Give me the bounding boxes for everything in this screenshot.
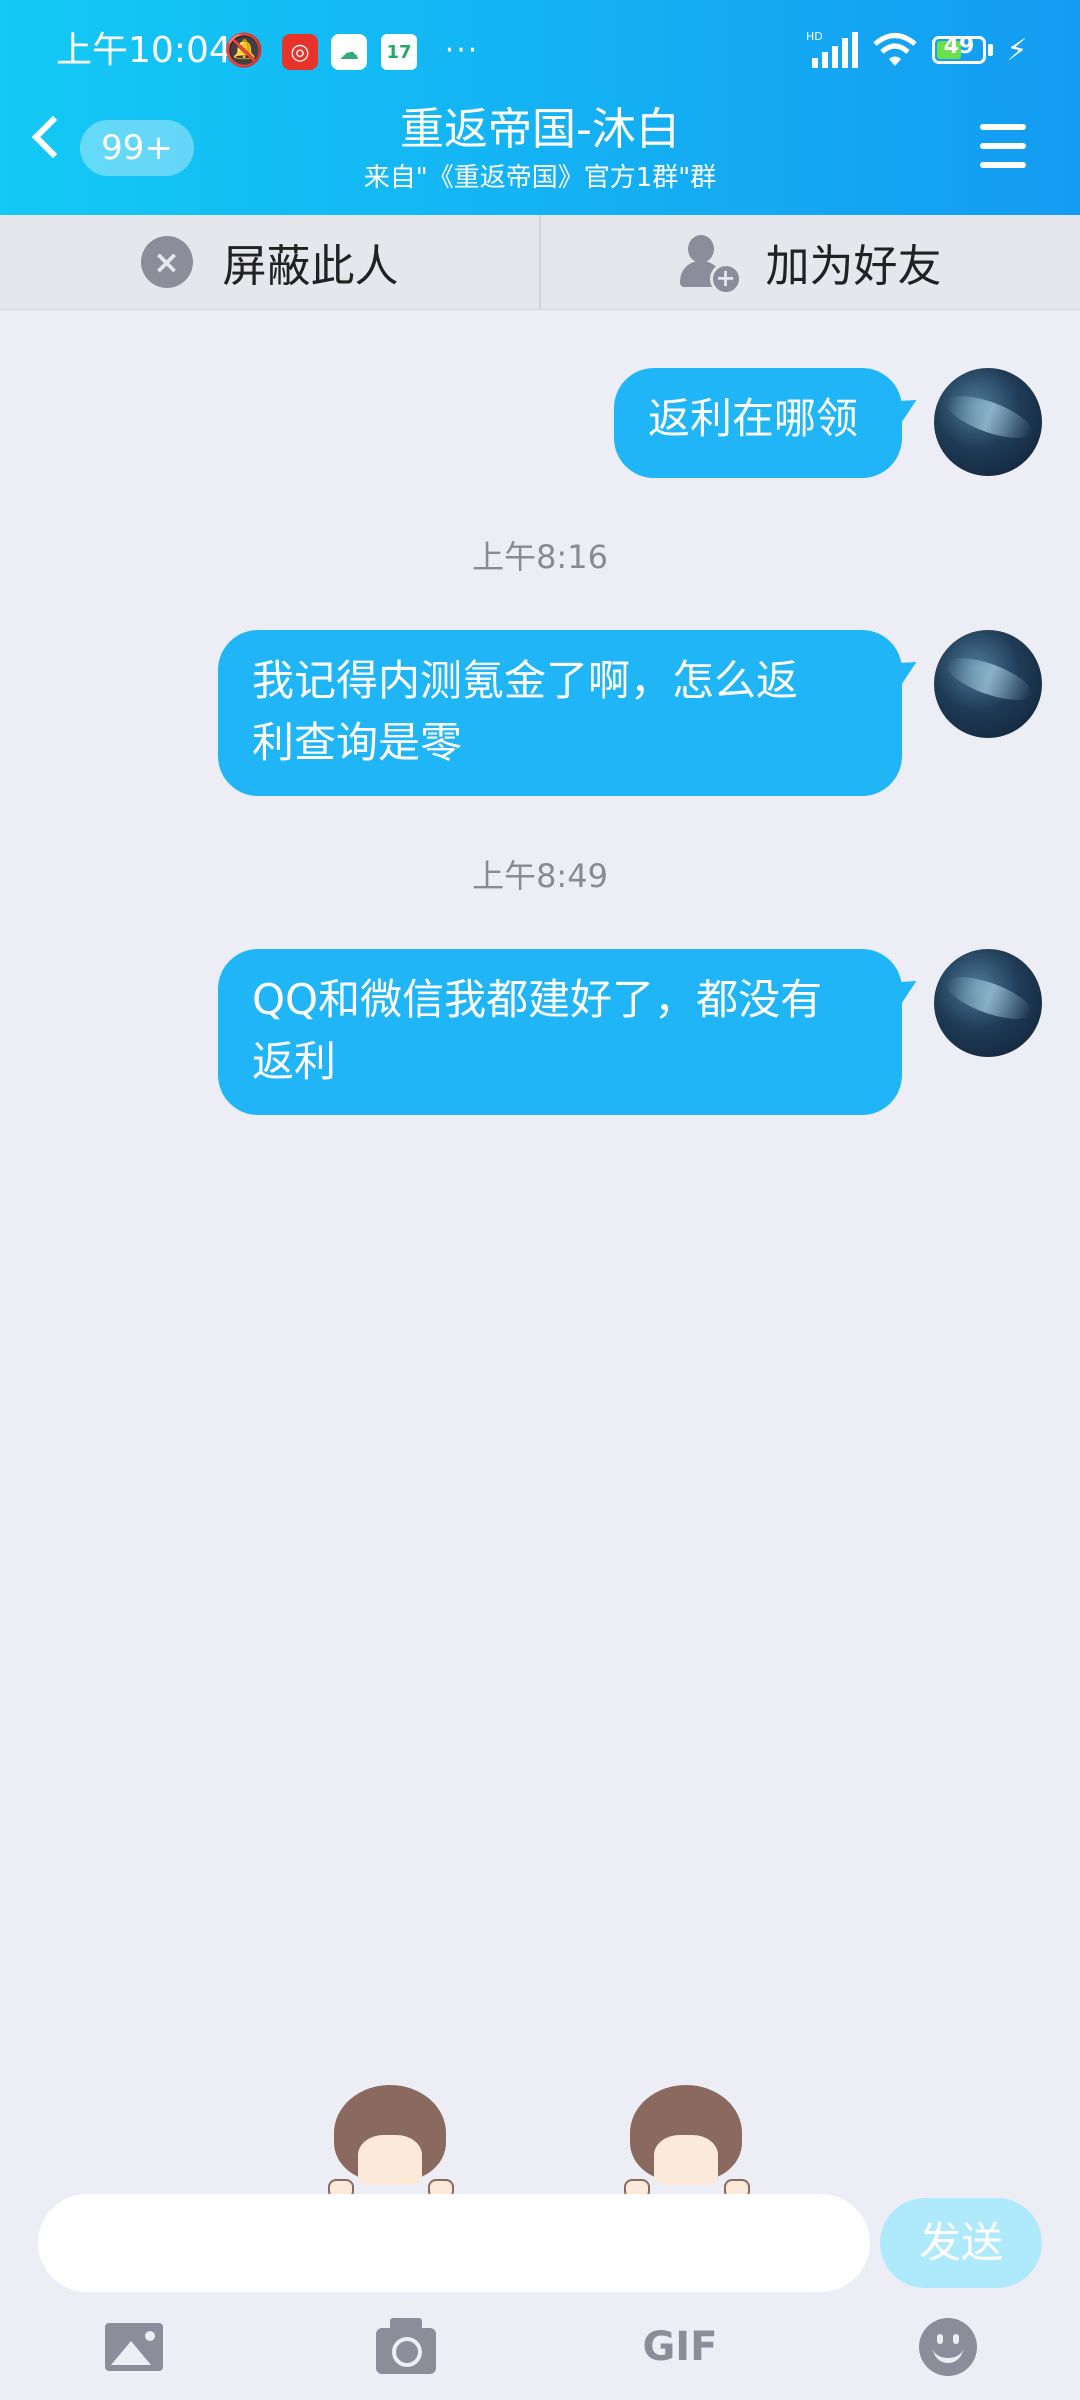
netease-music-icon: ◎	[282, 34, 318, 70]
charging-icon: ⚡	[1006, 32, 1028, 68]
block-user-button[interactable]: × 屏蔽此人	[0, 215, 541, 309]
calendar-icon: 17	[381, 34, 417, 70]
block-face-icon: ×	[140, 236, 193, 288]
mute-bell-icon: 🔕	[224, 31, 264, 69]
wifi-icon	[870, 30, 920, 70]
message-timestamp: 上午8:49	[472, 857, 608, 895]
send-button[interactable]: 发送	[880, 2198, 1042, 2288]
gif-button[interactable]: GIF	[640, 2315, 720, 2379]
add-person-icon: +	[679, 235, 742, 295]
menu-icon[interactable]	[980, 124, 1026, 170]
cloud-app-icon: ☁	[331, 34, 367, 70]
signal-icon: HD	[806, 30, 858, 70]
image-icon[interactable]	[102, 2315, 166, 2379]
battery-icon: 49	[932, 34, 986, 64]
status-time: 上午10:04	[56, 30, 232, 71]
message-bubble[interactable]: 我记得内测氪金了啊，怎么返 利查询是零	[218, 630, 902, 796]
chat-header: 上午10:04 🔕 ◎ ☁ 17 ··· HD 49 ⚡ 99+ 重返帝国-沐白…	[0, 0, 1080, 215]
avatar[interactable]	[934, 949, 1042, 1057]
status-bar: 上午10:04 🔕 ◎ ☁ 17 ··· HD 49 ⚡	[0, 0, 1080, 100]
message-timestamp: 上午8:16	[472, 538, 608, 576]
emoji-icon[interactable]	[916, 2315, 980, 2379]
mascot-decoration	[328, 2085, 454, 2199]
avatar[interactable]	[934, 368, 1042, 476]
message-bubble[interactable]: 返利在哪领	[614, 368, 902, 478]
battery-percent: 49	[943, 34, 975, 59]
mascot-decoration	[624, 2085, 750, 2199]
avatar[interactable]	[934, 630, 1042, 738]
message-input[interactable]	[38, 2194, 870, 2292]
add-friend-button[interactable]: + 加为好友	[541, 215, 1080, 309]
add-friend-label: 加为好友	[765, 241, 942, 292]
camera-icon[interactable]	[374, 2315, 438, 2379]
more-notifications-icon: ···	[444, 32, 480, 68]
message-bubble[interactable]: QQ和微信我都建好了，都没有 返利	[218, 949, 902, 1115]
chat-subtitle: 来自"《重返帝国》官方1群"群	[363, 163, 717, 193]
hd-label: HD	[806, 30, 823, 43]
chat-title: 重返帝国-沐白	[400, 104, 680, 155]
battery-cap	[988, 44, 993, 56]
block-user-label: 屏蔽此人	[222, 241, 399, 292]
stranger-action-bar: × 屏蔽此人 + 加为好友	[0, 215, 1080, 310]
